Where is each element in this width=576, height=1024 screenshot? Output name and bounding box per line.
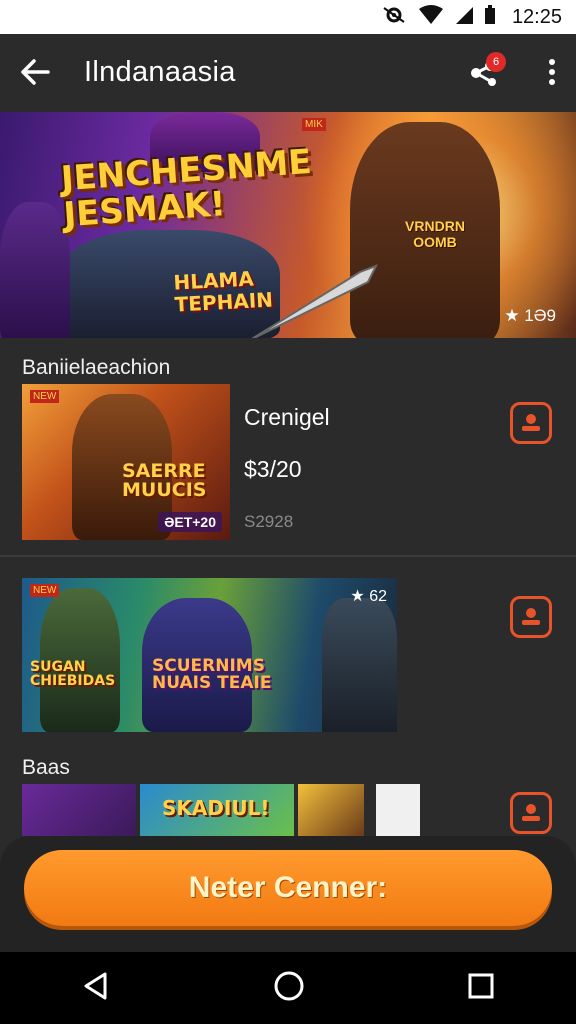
- divider-1: [0, 555, 576, 557]
- notification-badge: 6: [486, 52, 506, 72]
- user-plus-icon: [522, 608, 540, 625]
- share-icon[interactable]: 6: [470, 52, 506, 86]
- settings-gear-icon: [382, 4, 408, 31]
- card-1-thumb-price: ƏET+20: [158, 512, 222, 532]
- card-1-flag: NEW: [30, 390, 60, 403]
- status-bar: 12:25: [0, 0, 576, 34]
- card-1-title[interactable]: Crenigel: [244, 404, 330, 431]
- card-2-ruins: [322, 598, 397, 732]
- card-2-flag: NEW: [30, 584, 60, 597]
- hero-corner-tag: MIK: [302, 118, 326, 131]
- card-1-add-button[interactable]: [510, 402, 552, 444]
- user-plus-icon: [522, 414, 540, 431]
- recents-square-icon[interactable]: [467, 972, 495, 1005]
- card-1-thumbnail[interactable]: NEW SAERRE MUUCIS ƏET+20: [22, 384, 230, 540]
- hero-emblem-text: VRNDRN OOMB: [405, 218, 465, 250]
- back-arrow-icon[interactable]: [20, 59, 50, 85]
- system-navigation-bar: [0, 952, 576, 1024]
- section-label-games: Baas: [22, 756, 70, 779]
- card-2-thumbnail[interactable]: NEW SUGAN CHIEBIDAS SCUERNIMS NUAIS TEAI…: [22, 578, 397, 732]
- hero-monster-left: [0, 202, 70, 338]
- bottom-thumb-1[interactable]: [22, 784, 136, 836]
- bottom-thumb-2[interactable]: SKADIUL!: [140, 784, 294, 836]
- card-1-thumb-title: SAERRE MUUCIS: [122, 460, 207, 501]
- card-1-old-price: S2928: [244, 512, 294, 531]
- card-2-add-button[interactable]: [510, 596, 552, 638]
- page-title: Ilndanaasia: [84, 55, 236, 88]
- status-time: 12:25: [511, 5, 562, 28]
- signal-icon: [454, 5, 474, 30]
- user-plus-icon: [522, 804, 540, 821]
- bottom-thumb-3[interactable]: [298, 784, 364, 836]
- section-label-featured: Baniielaeachion: [22, 356, 171, 379]
- app-bar: Ilndanaasia 6: [0, 34, 576, 110]
- card-2-thumb-side: SUGAN CHIEBIDAS: [30, 659, 116, 689]
- bottom-thumb-2-title: SKADIUL!: [162, 796, 270, 820]
- hero-subtitle: HLAMA TEPHAIN: [172, 266, 274, 317]
- card-1-price: $3/20: [244, 456, 302, 482]
- home-circle-icon[interactable]: [273, 970, 305, 1007]
- bottom-add-button[interactable]: [510, 792, 552, 834]
- battery-icon: [484, 4, 496, 30]
- wifi-icon: [418, 4, 444, 30]
- hero-rating: ★ 1Ə9: [504, 306, 556, 325]
- more-options-icon[interactable]: [548, 58, 556, 86]
- bottom-thumb-4[interactable]: [376, 784, 420, 836]
- card-2-thumb-title: SCUERNIMS NUAIS TEAIE: [152, 656, 272, 693]
- card-2-rating: ★ 62: [350, 588, 387, 605]
- primary-cta-button[interactable]: Neter Cenner:: [24, 850, 552, 926]
- back-triangle-icon[interactable]: [81, 971, 111, 1006]
